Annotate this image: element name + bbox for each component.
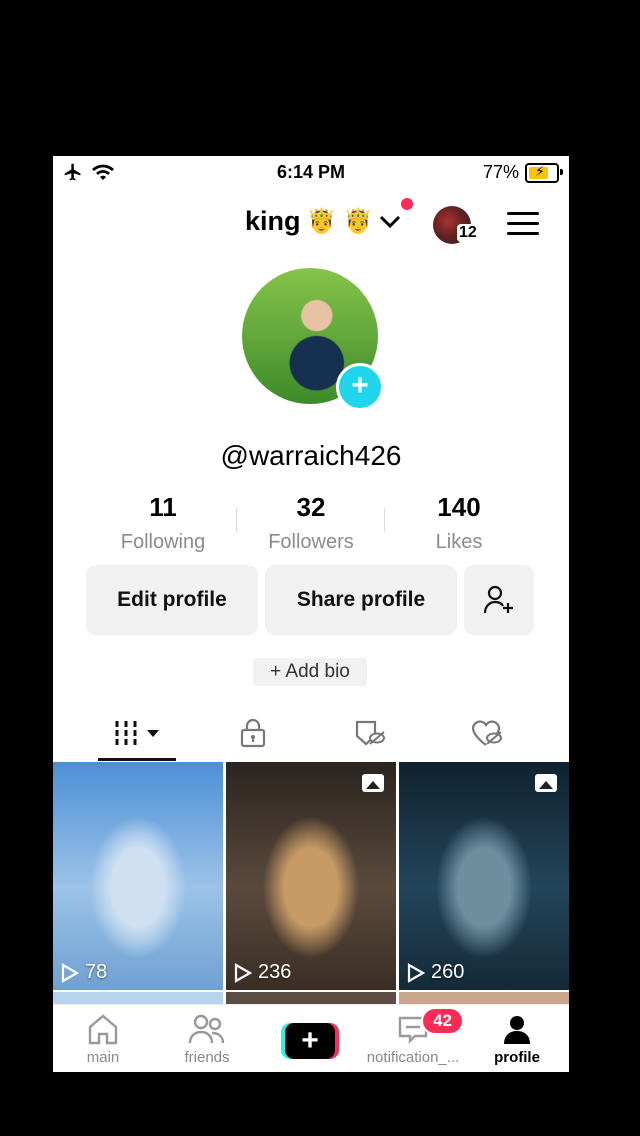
add-friend-button[interactable] <box>464 565 534 635</box>
nav-friends[interactable]: friends <box>157 1005 257 1066</box>
video-thumbnail[interactable]: 78 <box>53 762 223 990</box>
username: king <box>245 206 301 236</box>
repost-hidden-icon <box>355 720 385 746</box>
bottom-nav: main friends + notification_... 42 profi… <box>53 1004 569 1072</box>
home-icon <box>88 1014 118 1045</box>
friends-icon <box>188 1014 225 1044</box>
nav-profile-label: profile <box>494 1049 540 1066</box>
profile-stats: 11 Following 32 Followers 140 Likes <box>89 492 533 554</box>
profile-icon <box>504 1016 530 1044</box>
video-grid: 78 236 260 <box>53 762 569 1012</box>
video-thumbnail[interactable]: 236 <box>226 762 396 990</box>
tab-reposts[interactable] <box>348 708 392 758</box>
edit-profile-button[interactable]: Edit profile <box>86 565 258 635</box>
likes-count: 140 <box>437 492 481 522</box>
nav-home-label: main <box>86 1049 120 1066</box>
add-user-icon <box>483 585 513 614</box>
followers-count: 32 <box>296 492 326 522</box>
profile-handle: @warraich426 <box>220 440 402 471</box>
view-count-value: 236 <box>258 961 292 983</box>
grid-icon <box>115 721 159 745</box>
add-story-button[interactable]: + <box>336 363 384 411</box>
nav-home[interactable]: main <box>53 1005 153 1066</box>
create-button[interactable]: + <box>281 1023 339 1059</box>
add-bio-button[interactable]: + Add bio <box>253 658 367 686</box>
view-count: 236 <box>234 961 291 984</box>
notification-dot <box>401 198 413 210</box>
create-plus: + <box>285 1023 335 1059</box>
stat-followers[interactable]: 32 Followers <box>237 492 385 554</box>
content-tabs <box>53 708 569 762</box>
phone-screen: 6:14 PM 77% ⚡ king 🤴 🤴 12 + @warraich426… <box>53 156 569 1072</box>
battery-percent: 77% <box>482 162 519 182</box>
play-icon <box>234 962 252 983</box>
crown-emoji: 🤴 🤴 <box>306 208 373 235</box>
status-right: 77% ⚡ <box>482 162 563 183</box>
heart-hidden-icon <box>471 720 502 746</box>
view-count-value: 78 <box>85 961 108 983</box>
nav-notifications-label: notification_... <box>366 1049 460 1066</box>
view-count: 78 <box>61 961 107 984</box>
share-profile-button[interactable]: Share profile <box>265 565 457 635</box>
likes-label: Likes <box>435 531 483 553</box>
account-switcher[interactable]: king 🤴 🤴 <box>245 206 401 237</box>
play-icon <box>407 962 425 983</box>
chevron-down-icon <box>379 215 401 228</box>
following-count: 11 <box>149 492 177 522</box>
active-tab-indicator <box>98 758 176 761</box>
photo-post-icon <box>535 774 557 792</box>
stat-following[interactable]: 11 Following <box>89 492 237 554</box>
photo-post-icon <box>362 774 384 792</box>
followers-label: Followers <box>268 531 354 553</box>
tab-private[interactable] <box>233 708 273 758</box>
stories-count: 12 <box>457 224 479 242</box>
nav-profile[interactable]: profile <box>467 1005 567 1066</box>
view-count: 260 <box>407 961 464 984</box>
play-icon <box>61 962 79 983</box>
stat-likes[interactable]: 140 Likes <box>385 492 533 554</box>
view-count-value: 260 <box>431 961 465 983</box>
notification-badge: 42 <box>421 1007 464 1035</box>
following-label: Following <box>120 531 206 553</box>
video-thumbnail[interactable]: 260 <box>399 762 569 990</box>
status-bar: 6:14 PM 77% ⚡ <box>53 156 569 190</box>
profile-header: king 🤴 🤴 12 <box>53 198 569 248</box>
nav-friends-label: friends <box>184 1049 230 1066</box>
tab-videos[interactable] <box>98 708 176 758</box>
tab-liked[interactable] <box>465 708 509 758</box>
lock-icon <box>240 718 266 748</box>
menu-icon[interactable] <box>507 212 539 242</box>
battery-icon: ⚡ <box>525 162 563 183</box>
